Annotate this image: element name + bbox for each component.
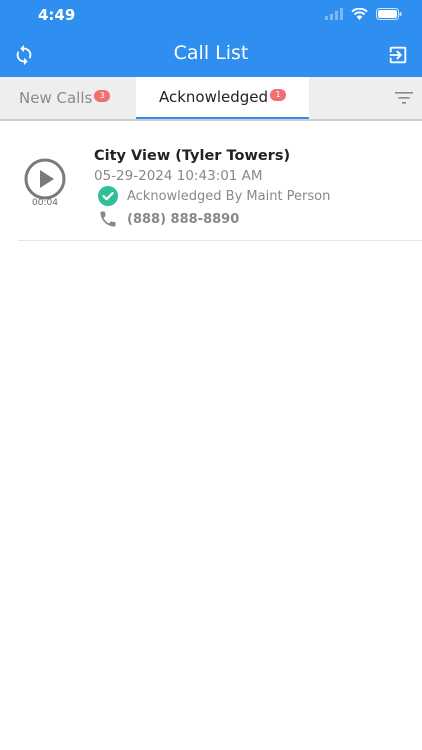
call-status-text: Acknowledged By Maint Person — [127, 188, 331, 204]
call-phone-text: (888) 888-8890 — [127, 211, 240, 227]
tab-new-calls-label: New Calls — [19, 89, 93, 107]
phone-icon — [100, 211, 116, 227]
tab-new-calls[interactable]: New Calls 3 — [0, 77, 136, 119]
tab-acknowledged-badge: 1 — [270, 89, 287, 101]
call-datetime: 05-29-2024 10:43:01 AM — [94, 168, 263, 184]
wifi-icon — [351, 8, 368, 20]
play-icon[interactable] — [24, 158, 66, 200]
app-header: 4:49 Call List — [0, 0, 422, 77]
tab-acknowledged[interactable]: Acknowledged 1 — [136, 77, 309, 119]
call-name: City View (Tyler Towers) — [94, 148, 291, 164]
check-circle-icon — [98, 186, 118, 206]
signal-icon — [325, 8, 343, 20]
call-list-item[interactable]: 00:04 City View (Tyler Towers) 05-29-202… — [18, 136, 422, 241]
battery-icon — [376, 8, 402, 20]
tab-new-calls-badge: 3 — [94, 90, 111, 102]
status-time: 4:49 — [38, 6, 76, 24]
call-status: Acknowledged By Maint Person — [98, 186, 330, 206]
page-title: Call List — [173, 42, 249, 64]
logout-icon[interactable] — [387, 44, 409, 66]
tab-bar: New Calls 3 Acknowledged 1 — [0, 77, 422, 121]
call-duration: 00:04 — [32, 198, 58, 208]
status-icons — [325, 8, 402, 20]
tab-acknowledged-label: Acknowledged — [158, 88, 269, 106]
filter-icon[interactable] — [394, 89, 414, 107]
call-phone[interactable]: (888) 888-8890 — [98, 209, 239, 229]
